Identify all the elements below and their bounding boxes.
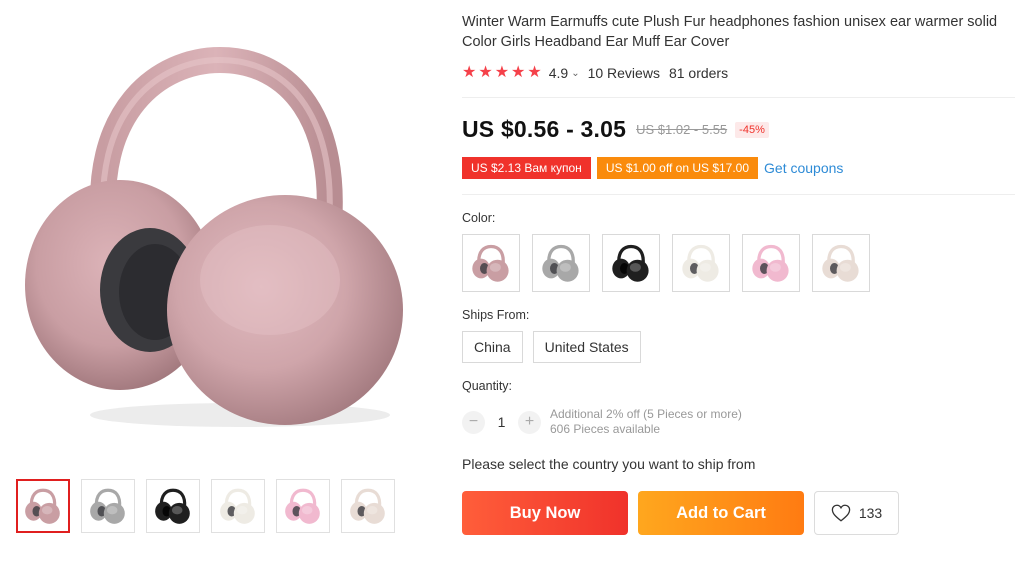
star-icon: ★ xyxy=(527,64,542,81)
color-swatches xyxy=(462,234,870,292)
thumbnail-4[interactable] xyxy=(211,479,265,533)
product-title: Winter Warm Earmuffs cute Plush Fur head… xyxy=(462,14,998,50)
white-earmuff-thumb xyxy=(220,488,255,524)
gray-earmuff-thumb xyxy=(90,488,125,524)
thumbnail-1[interactable] xyxy=(16,479,70,533)
beige-earmuff-thumb xyxy=(350,488,385,524)
star-icon: ★ xyxy=(478,64,493,81)
rating-row: ★ ★ ★ ★ ★ 4.9 ⌄ 10 Reviews 81 orders xyxy=(462,63,728,83)
action-buttons: Buy Now Add to Cart 133 xyxy=(462,491,899,535)
quantity-stepper: − 1 + Additional 2% off (5 Pieces or mor… xyxy=(462,407,742,437)
add-to-cart-button[interactable]: Add to Cart xyxy=(638,491,804,535)
rating-stars: ★ ★ ★ ★ ★ xyxy=(462,65,542,81)
ship-option-united-states[interactable]: United States xyxy=(532,331,641,363)
black-earmuff-thumb xyxy=(155,488,190,524)
rating-value: 4.9 xyxy=(548,65,569,81)
light-pink-earmuff-swatch xyxy=(752,244,789,282)
star-icon: ★ xyxy=(494,64,510,81)
color-option-1[interactable] xyxy=(462,234,520,292)
ship-option-china[interactable]: China xyxy=(462,331,523,363)
price-row: US $0.56 - 3.05 US $1.02 - 5.55 -45% xyxy=(462,116,769,143)
divider xyxy=(462,97,1015,98)
pink-earmuff-thumb xyxy=(25,488,60,524)
current-price: US $0.56 - 3.05 xyxy=(462,116,627,142)
star-icon: ★ xyxy=(462,64,477,81)
gray-earmuff-swatch xyxy=(542,244,579,282)
color-option-5[interactable] xyxy=(742,234,800,292)
color-option-3[interactable] xyxy=(602,234,660,292)
divider xyxy=(462,194,1015,195)
product-main-image[interactable] xyxy=(10,20,430,440)
get-coupons-link[interactable]: Get coupons xyxy=(764,160,843,176)
color-option-2[interactable] xyxy=(532,234,590,292)
quantity-label: Quantity: xyxy=(462,379,513,393)
white-earmuff-swatch xyxy=(682,244,719,282)
thumbnail-2[interactable] xyxy=(81,479,135,533)
chevron-down-icon[interactable]: ⌄ xyxy=(571,68,579,79)
color-option-6[interactable] xyxy=(812,234,870,292)
beige-earmuff-swatch xyxy=(822,244,859,282)
stock-available-text: 606 Pieces available xyxy=(550,422,661,436)
quantity-decrease-button[interactable]: − xyxy=(462,410,485,434)
reviews-link[interactable]: 10 Reviews xyxy=(588,65,660,81)
quantity-info: Additional 2% off (5 Pieces or more) 606… xyxy=(550,407,742,437)
thumbnail-3[interactable] xyxy=(146,479,200,533)
discount-badge: -45% xyxy=(735,121,769,138)
light-pink-earmuff-thumb xyxy=(285,488,320,524)
thumbnail-6[interactable] xyxy=(341,479,395,533)
pink-earmuff-image xyxy=(25,46,403,427)
coupon-store[interactable]: US $2.13 Вам купон xyxy=(460,157,591,179)
coupon-row: US $2.13 Вам купон US $1.00 off on US $1… xyxy=(460,157,843,179)
color-option-4[interactable] xyxy=(672,234,730,292)
thumbnail-5[interactable] xyxy=(276,479,330,533)
original-price: US $1.02 - 5.55 xyxy=(636,122,728,137)
ships-from-options: China United States xyxy=(462,331,641,363)
quantity-input[interactable]: 1 xyxy=(485,414,518,430)
bulk-discount-text: Additional 2% off (5 Pieces or more) xyxy=(550,407,742,421)
shipping-note: Please select the country you want to sh… xyxy=(462,456,756,472)
wishlist-button[interactable]: 133 xyxy=(814,491,899,535)
quantity-increase-button[interactable]: + xyxy=(518,410,541,434)
buy-now-button[interactable]: Buy Now xyxy=(462,491,628,535)
star-icon: ★ xyxy=(511,64,526,81)
color-label: Color: xyxy=(462,211,496,225)
coupon-select[interactable]: US $1.00 off on US $17.00 xyxy=(594,157,759,179)
ships-from-label: Ships From: xyxy=(462,308,530,322)
heart-icon xyxy=(831,504,851,522)
thumbnail-strip xyxy=(16,479,395,533)
orders-count: 81 orders xyxy=(668,65,729,81)
pink-earmuff-swatch xyxy=(472,244,509,282)
wishlist-count: 133 xyxy=(858,505,883,521)
black-earmuff-swatch xyxy=(612,244,649,282)
